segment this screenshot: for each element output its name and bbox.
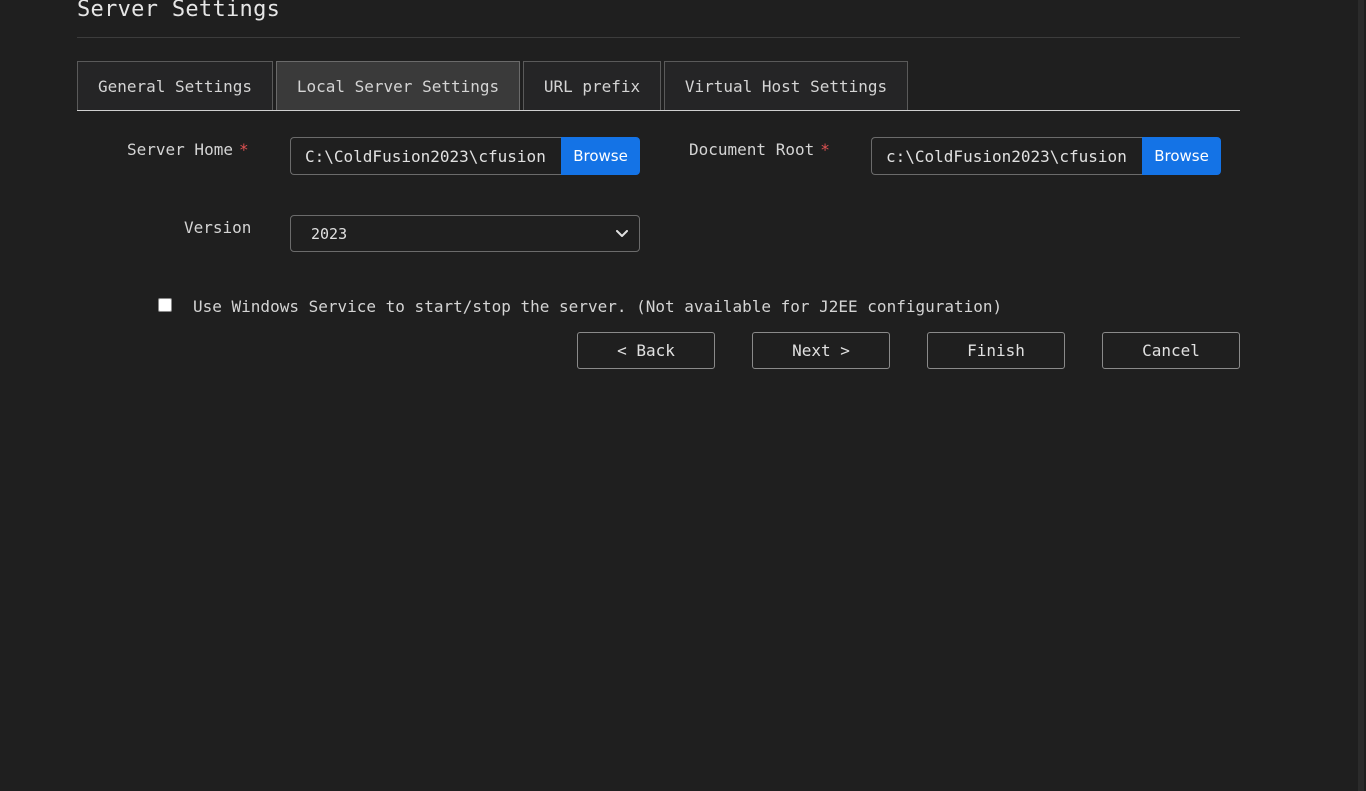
version-selected-value: 2023	[311, 224, 348, 243]
title-divider	[77, 37, 1240, 38]
server-home-input[interactable]	[290, 137, 561, 175]
document-root-browse-button[interactable]: Browse	[1142, 137, 1221, 175]
tab-local-server-settings[interactable]: Local Server Settings	[276, 61, 520, 110]
document-root-input[interactable]	[871, 137, 1142, 175]
page-title: Server Settings	[77, 0, 281, 22]
tab-url-prefix[interactable]: URL prefix	[523, 61, 661, 110]
server-settings-page: Server Settings General Settings Local S…	[0, 0, 1366, 791]
version-label: Version	[184, 218, 252, 237]
settings-tabs: General Settings Local Server Settings U…	[77, 61, 908, 110]
windows-service-label: Use Windows Service to start/stop the se…	[193, 297, 1003, 316]
server-home-label: Server Home *	[127, 140, 249, 159]
tab-virtual-host-settings[interactable]: Virtual Host Settings	[664, 61, 908, 110]
server-home-field-group: Browse	[290, 137, 640, 175]
tabs-divider	[77, 110, 1240, 111]
cancel-button[interactable]: Cancel	[1102, 332, 1240, 369]
next-button[interactable]: Next >	[752, 332, 890, 369]
finish-button[interactable]: Finish	[927, 332, 1065, 369]
chevron-down-icon	[615, 227, 629, 241]
document-root-label-text: Document Root	[689, 140, 815, 159]
server-home-browse-button[interactable]: Browse	[561, 137, 640, 175]
windows-service-checkbox[interactable]	[158, 298, 172, 312]
document-root-label: Document Root *	[689, 140, 830, 159]
tab-general-settings[interactable]: General Settings	[77, 61, 273, 110]
required-asterisk: *	[820, 140, 830, 159]
document-root-field-group: Browse	[871, 137, 1221, 175]
server-home-label-text: Server Home	[127, 140, 233, 159]
vertical-scrollbar[interactable]	[1356, 0, 1366, 791]
required-asterisk: *	[238, 140, 249, 159]
version-select[interactable]: 2023	[290, 215, 640, 252]
scrollbar-thumb[interactable]	[1358, 0, 1364, 791]
back-button[interactable]: < Back	[577, 332, 715, 369]
